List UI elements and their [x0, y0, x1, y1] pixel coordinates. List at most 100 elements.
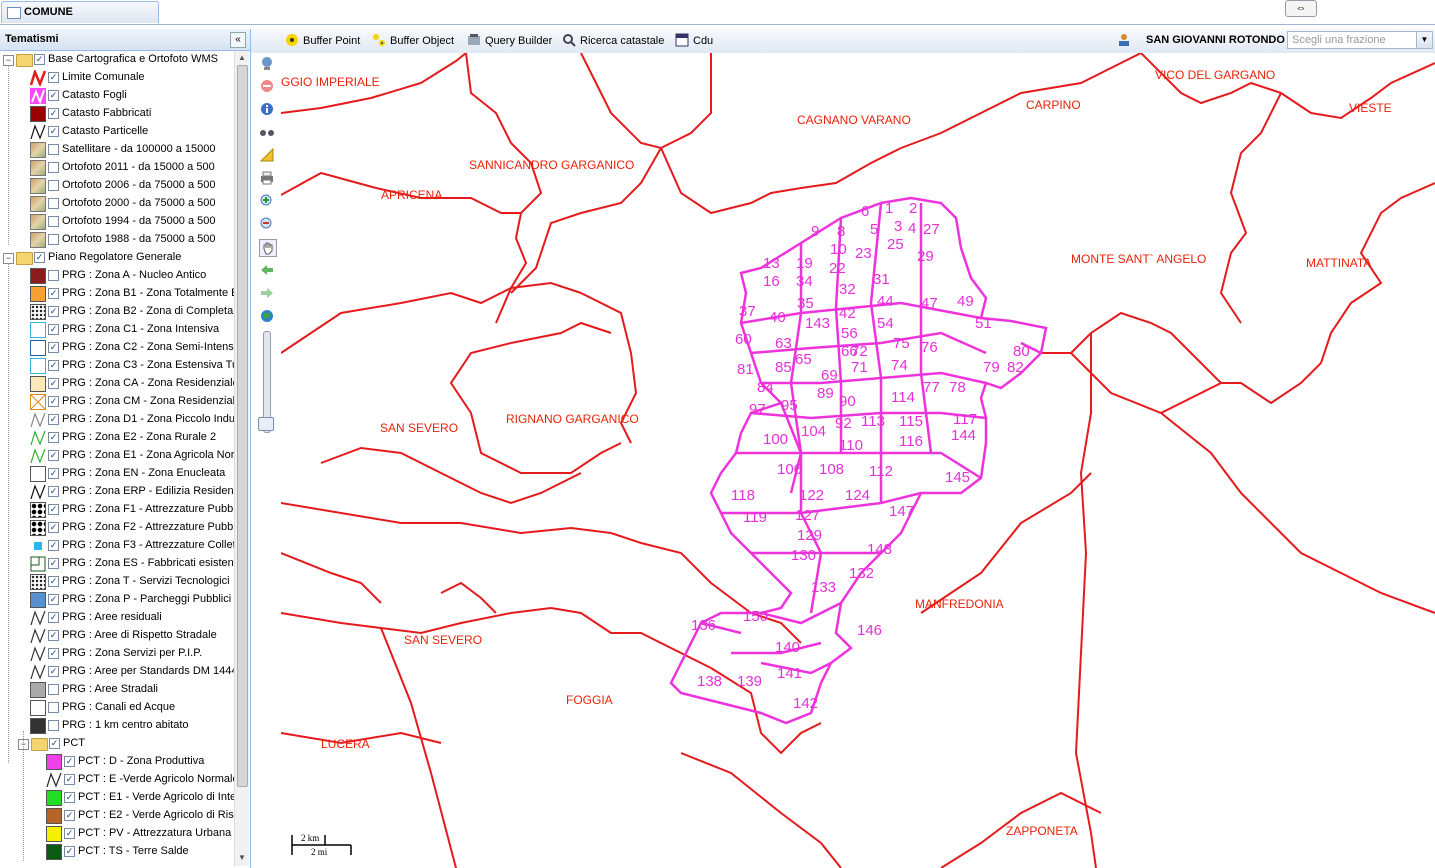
layer-checkbox[interactable]: ✓: [48, 108, 59, 119]
layer-checkbox[interactable]: ✓: [48, 468, 59, 479]
layer-item[interactable]: ✓ PCT : E1 - Verde Agricolo di Inte: [0, 789, 234, 807]
layer-checkbox[interactable]: ✓: [64, 846, 75, 857]
layer-item[interactable]: Ortofoto 2006 - da 75000 a 500: [0, 177, 234, 195]
layer-item[interactable]: ✓ PRG : Zona EN - Zona Enucleata: [0, 465, 234, 483]
cadastral-sheet-number[interactable]: 56: [841, 325, 858, 342]
cadastral-sheet-number[interactable]: 97: [749, 401, 766, 418]
layer-item[interactable]: ✓ PCT : D - Zona Produttiva: [0, 753, 234, 771]
layer-item[interactable]: PRG : Canali ed Acque: [0, 699, 234, 717]
layer-item[interactable]: Ortofoto 2011 - da 15000 a 500: [0, 159, 234, 177]
layer-checkbox[interactable]: ✓: [48, 522, 59, 533]
layer-item[interactable]: Ortofoto 1994 - da 75000 a 500: [0, 213, 234, 231]
zoom-out-icon[interactable]: [259, 216, 275, 232]
cadastral-sheet-number[interactable]: 92: [835, 415, 852, 432]
cadastral-sheet-number[interactable]: 84: [757, 379, 774, 396]
layer-tree-scrollbar[interactable]: ▲ ▼: [234, 51, 249, 866]
group-checkbox[interactable]: ✓: [34, 252, 45, 263]
layer-item[interactable]: ✓ PRG : Zona F2 - Attrezzature Pubbl: [0, 519, 234, 537]
cadastral-sheet-number[interactable]: 37: [739, 303, 756, 320]
cadastral-sheet-number[interactable]: 13: [763, 255, 780, 272]
layer-checkbox[interactable]: ✓: [48, 324, 59, 335]
layer-checkbox[interactable]: ✓: [48, 504, 59, 515]
layer-item[interactable]: ✓ PRG : Zona C2 - Zona Semi-Intensiv: [0, 339, 234, 357]
cadastral-sheet-number[interactable]: 42: [839, 305, 856, 322]
cadastral-sheet-number[interactable]: 72: [851, 343, 868, 360]
zoom-in-icon[interactable]: [259, 193, 275, 209]
map-canvas[interactable]: [281, 53, 1435, 868]
layer-item[interactable]: PRG : Zona A - Nucleo Antico: [0, 267, 234, 285]
layer-checkbox[interactable]: [48, 162, 59, 173]
scrollbar-thumb[interactable]: [237, 65, 248, 787]
map-view[interactable]: GGIO IMPERIALE CAGNANO VARANO VICO DEL GAR…: [281, 53, 1435, 868]
cadastral-sheet-number[interactable]: 115: [899, 413, 923, 430]
layer-item[interactable]: ✓ PRG : Zona E2 - Zona Rurale 2: [0, 429, 234, 447]
layer-checkbox[interactable]: ✓: [48, 666, 59, 677]
cadastral-sheet-number[interactable]: 95: [781, 397, 798, 414]
layer-item[interactable]: ✓ PRG : Zona F3 - Attrezzature Collet: [0, 537, 234, 555]
layer-item[interactable]: ✓ PCT : E2 - Verde Agricolo di Risp: [0, 807, 234, 825]
layer-item[interactable]: ✓ PCT : PV - Attrezzatura Urbana: [0, 825, 234, 843]
layer-checkbox[interactable]: ✓: [64, 756, 75, 767]
cadastral-sheet-number[interactable]: 9: [811, 223, 819, 240]
layer-checkbox[interactable]: ✓: [48, 612, 59, 623]
cadastral-sheet-number[interactable]: 69: [821, 367, 838, 384]
back-arrow-icon[interactable]: [259, 262, 275, 278]
cadastral-sheet-number[interactable]: 124: [845, 487, 870, 504]
cadastral-sheet-number[interactable]: 81: [737, 361, 754, 378]
layer-checkbox[interactable]: ✓: [48, 126, 59, 137]
cadastral-sheet-number[interactable]: 27: [923, 221, 940, 238]
cdu-button[interactable]: Cdu: [675, 33, 713, 49]
layer-checkbox[interactable]: ✓: [48, 540, 59, 551]
layer-group[interactable]: − ✓ Base Cartografica e Ortofoto WMS: [0, 51, 234, 69]
cadastral-sheet-number[interactable]: 133: [811, 579, 836, 596]
cadastral-sheet-number[interactable]: 10: [830, 241, 847, 258]
group-checkbox[interactable]: ✓: [49, 738, 60, 749]
cadastral-sheet-number[interactable]: 77: [923, 379, 940, 396]
layer-checkbox[interactable]: ✓: [64, 774, 75, 785]
layer-checkbox[interactable]: ✓: [48, 378, 59, 389]
layer-checkbox[interactable]: [48, 144, 59, 155]
cadastral-sheet-number[interactable]: 60: [735, 331, 752, 348]
layer-item[interactable]: ✓ PCT : TS - Terre Salde: [0, 843, 234, 861]
cadastral-sheet-number[interactable]: 2: [909, 200, 917, 217]
cadastral-sheet-number[interactable]: 142: [793, 695, 818, 712]
cadastral-sheet-number[interactable]: 34: [796, 273, 813, 290]
pan-hand-icon[interactable]: [259, 239, 277, 257]
layer-checkbox[interactable]: ✓: [48, 90, 59, 101]
user-location-icon[interactable]: [1117, 33, 1131, 47]
layer-checkbox[interactable]: [48, 684, 59, 695]
cadastral-sheet-number[interactable]: 16: [763, 273, 780, 290]
remove-icon[interactable]: [259, 78, 275, 94]
layer-checkbox[interactable]: ✓: [48, 360, 59, 371]
full-extent-globe-icon[interactable]: [259, 308, 275, 324]
cadastral-sheet-number[interactable]: 122: [799, 487, 824, 504]
frazione-select[interactable]: Scegli una frazione ▼: [1287, 31, 1433, 49]
zoom-slider-thumb[interactable]: [258, 417, 274, 431]
layer-checkbox[interactable]: ✓: [48, 342, 59, 353]
cadastral-sheet-number[interactable]: 79: [983, 359, 1000, 376]
layer-checkbox[interactable]: ✓: [64, 810, 75, 821]
cadastral-sheet-number[interactable]: 100: [763, 431, 788, 448]
cadastral-sheet-number[interactable]: 76: [921, 339, 938, 356]
cadastral-sheet-number[interactable]: 40: [769, 309, 786, 326]
layer-item[interactable]: ✓ PRG : Zona CA - Zona Residenziale: [0, 375, 234, 393]
layer-item[interactable]: ✓ PRG : Zona E1 - Zona Agricola Nor: [0, 447, 234, 465]
layer-item[interactable]: ✓ Limite Comunale: [0, 69, 234, 87]
cadastral-sheet-number[interactable]: 130: [791, 547, 816, 564]
cadastral-sheet-number[interactable]: 29: [917, 248, 934, 265]
cadastral-sheet-number[interactable]: 140: [775, 639, 800, 656]
cadastral-sheet-number[interactable]: 138: [697, 673, 722, 690]
cadastral-sheet-number[interactable]: 3: [894, 218, 902, 235]
cadastral-sheet-number[interactable]: 110: [839, 437, 863, 454]
cadastral-sheet-number[interactable]: 47: [921, 295, 938, 312]
layer-item[interactable]: ✓ PRG : Zona T - Servizi Tecnologici: [0, 573, 234, 591]
cadastral-sheet-number[interactable]: 78: [949, 379, 966, 396]
layer-item[interactable]: ✓ PRG : Zona Servizi per P.I.P.: [0, 645, 234, 663]
cadastral-sheet-number[interactable]: 144: [951, 427, 976, 444]
layer-checkbox[interactable]: ✓: [48, 396, 59, 407]
cadastral-sheet-number[interactable]: 136: [691, 617, 716, 634]
layer-item[interactable]: Ortofoto 1988 - da 75000 a 500: [0, 231, 234, 249]
layer-item[interactable]: ✓ PRG : Zona C1 - Zona Intensiva: [0, 321, 234, 339]
cadastral-sheet-number[interactable]: 71: [851, 359, 868, 376]
layer-item[interactable]: ✓ PRG : Zona F1 - Attrezzature Pubbl: [0, 501, 234, 519]
